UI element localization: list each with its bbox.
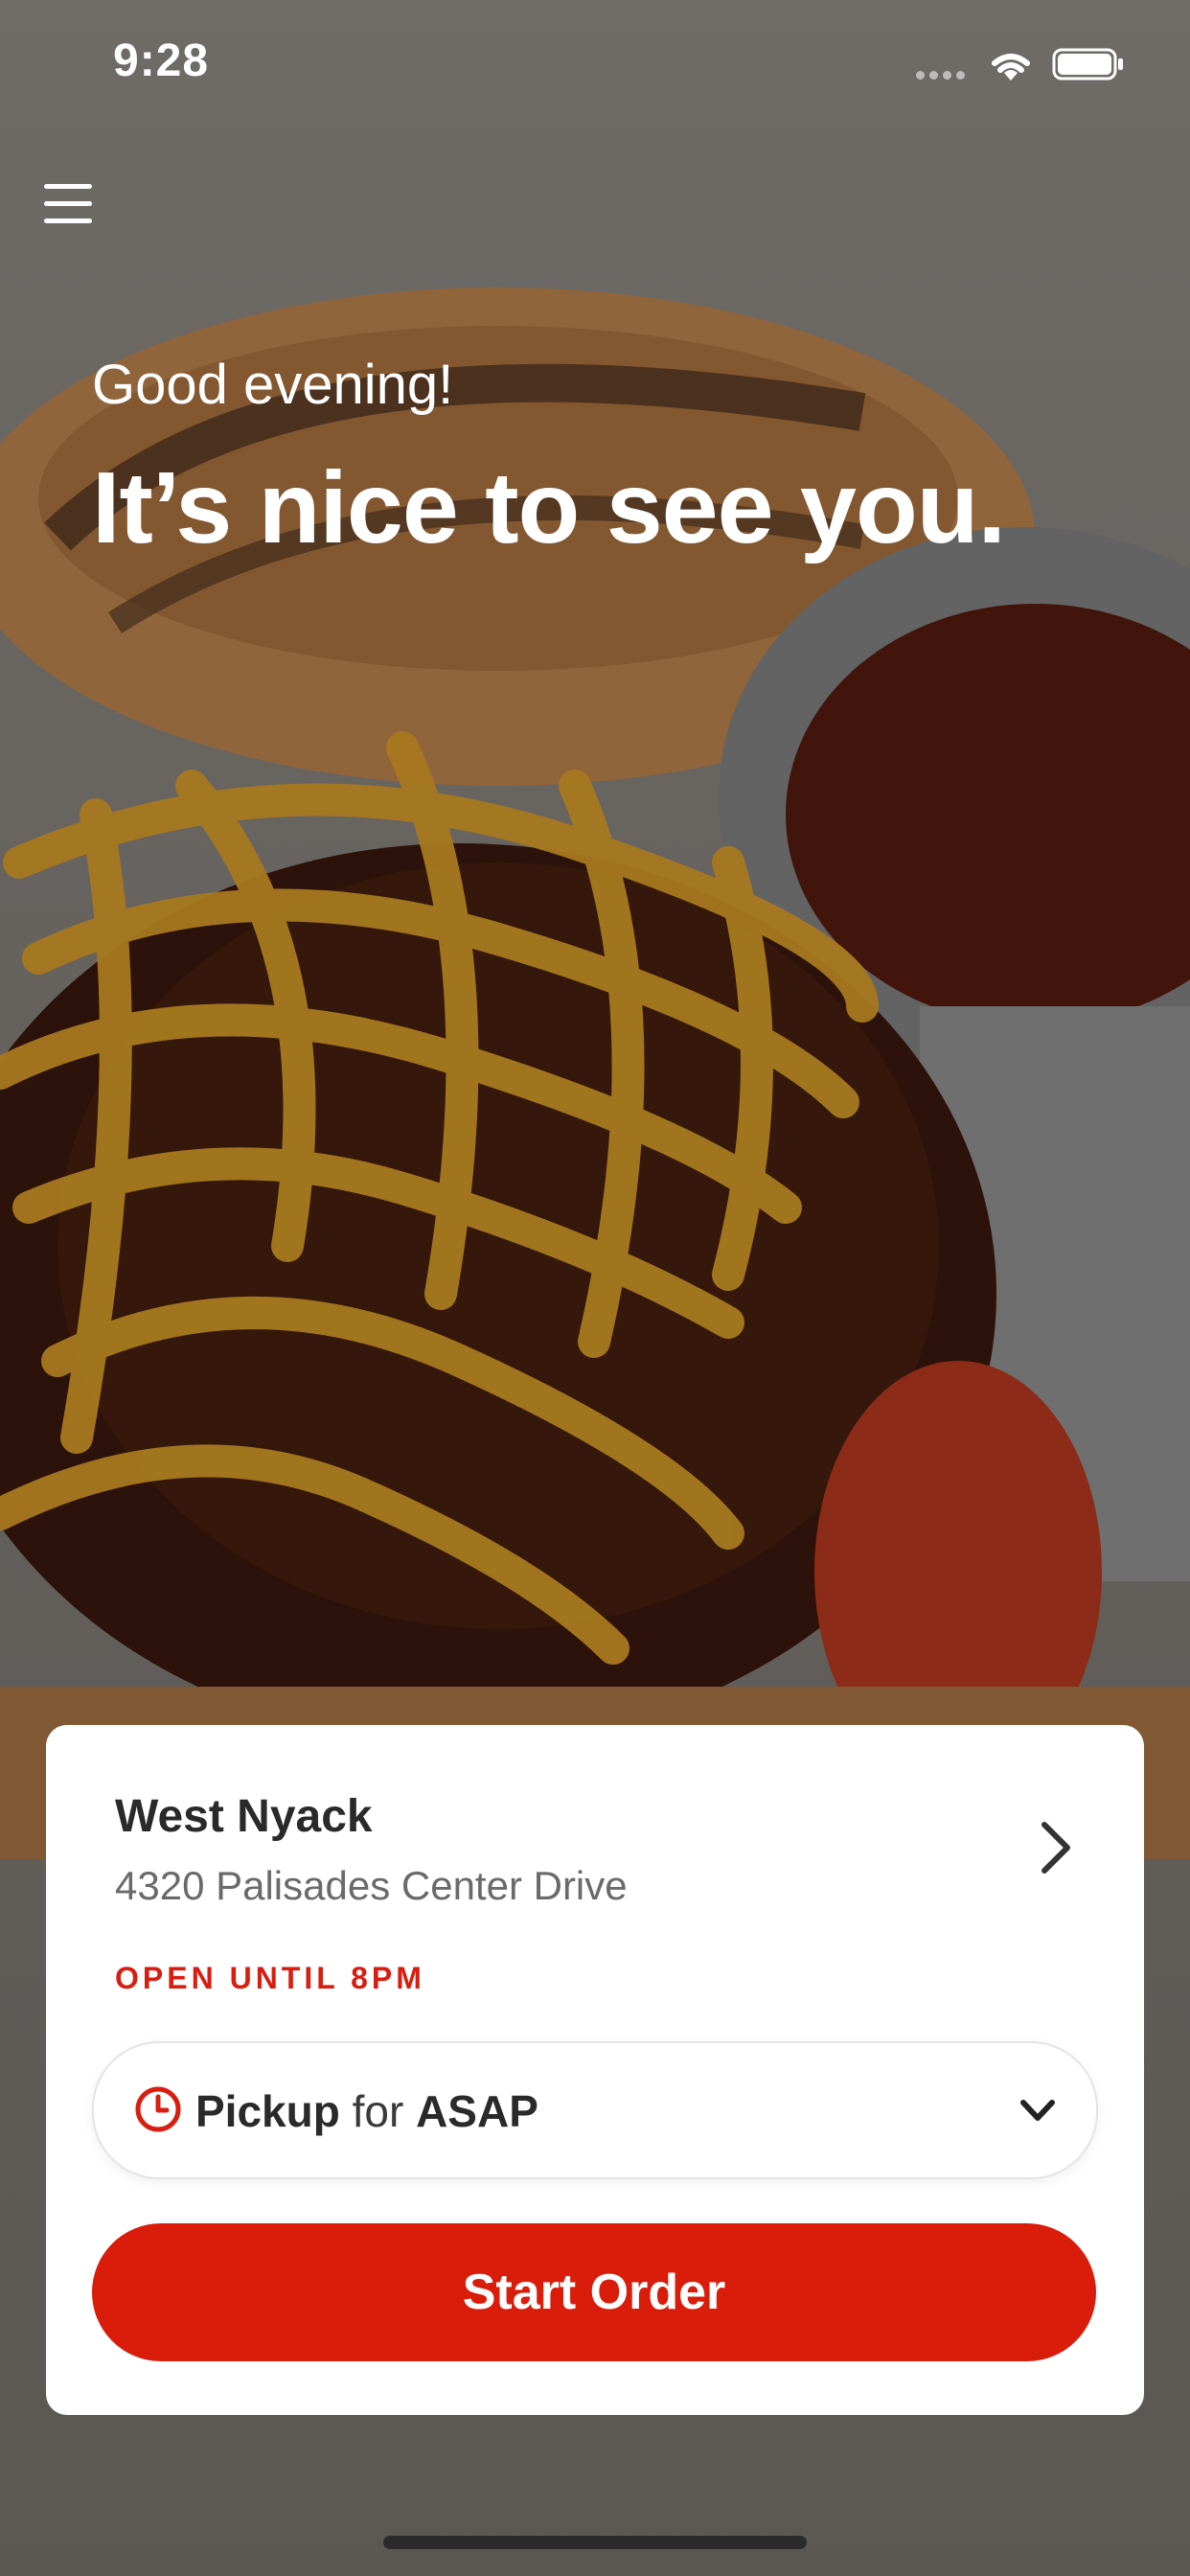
greeting-subtitle: Good evening! (92, 354, 454, 416)
menu-button[interactable] (44, 182, 92, 224)
order-mode-value: Pickup (195, 2086, 340, 2136)
location-selector[interactable]: West Nyack 4320 Palisades Center Drive (46, 1725, 1144, 1945)
order-mode-dropdown[interactable]: Pickup for ASAP (92, 2041, 1098, 2179)
clock-icon (135, 2086, 181, 2132)
home-indicator[interactable] (383, 2536, 807, 2549)
status-bar: 9:28 (0, 0, 1190, 126)
order-card: West Nyack 4320 Palisades Center Drive O… (46, 1725, 1144, 2415)
chevron-right-icon (1041, 1822, 1070, 1874)
battery-icon (1052, 48, 1123, 80)
location-address: 4320 Palisades Center Drive (115, 1863, 628, 1908)
cellular-signal-icon (916, 67, 970, 84)
order-mode-label: Pickup for ASAP (195, 2085, 538, 2137)
start-order-button[interactable]: Start Order (92, 2223, 1096, 2361)
greeting-title: It’s nice to see you. (92, 451, 1006, 564)
hours-status: OPEN UNTIL 8PM (115, 1961, 425, 1995)
order-time-value: ASAP (416, 2086, 538, 2136)
chevron-down-icon (1020, 2100, 1055, 2121)
location-name: West Nyack (115, 1791, 373, 1842)
order-mode-connector: for (352, 2086, 404, 2136)
wifi-icon (992, 54, 1030, 80)
status-time: 9:28 (113, 35, 210, 86)
